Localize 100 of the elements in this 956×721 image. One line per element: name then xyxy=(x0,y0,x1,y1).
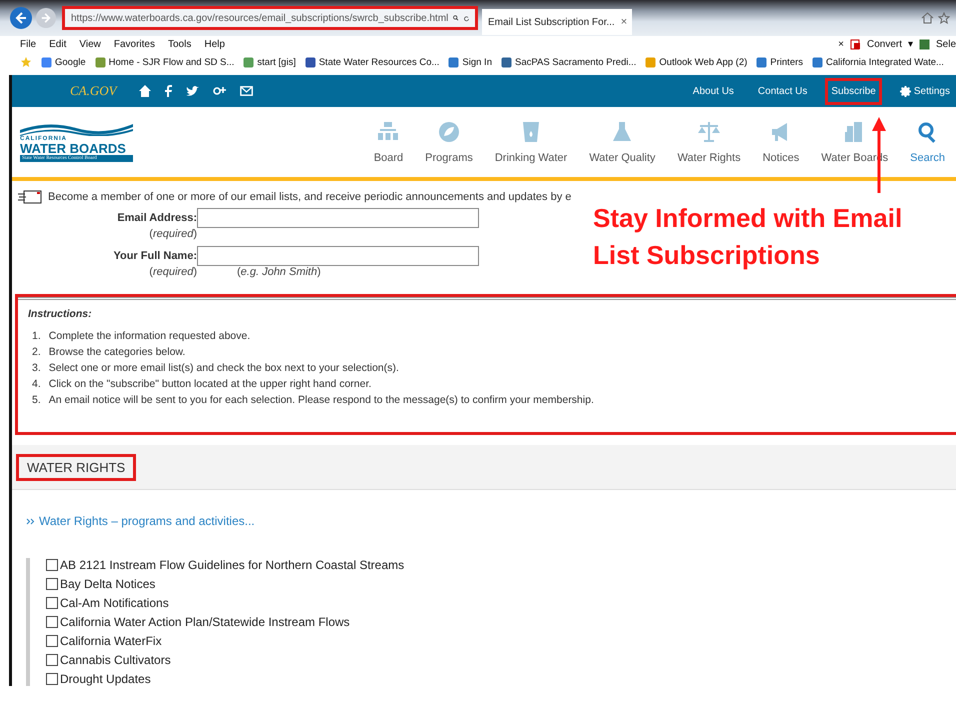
favicon-icon xyxy=(94,56,106,68)
checkbox[interactable] xyxy=(46,673,58,685)
favicon-icon xyxy=(304,56,316,68)
close-button[interactable]: × xyxy=(838,38,844,50)
scales-icon xyxy=(697,120,722,144)
star-icon[interactable] xyxy=(20,56,32,68)
required-note: (required) xyxy=(149,266,197,280)
instruction-step: Click on the "subscribe" button located at the upper right hand corner. xyxy=(48,378,372,390)
section-title: WATER RIGHTS xyxy=(16,454,136,480)
select-button[interactable]: Sele xyxy=(936,38,956,50)
instruction-step: An email notice will be sent to you for each selection. Please respond to the message(s) to confirm your membership. xyxy=(48,394,594,406)
input-field[interactable] xyxy=(197,208,479,228)
search-icon[interactable] xyxy=(453,13,459,23)
star-icon[interactable] xyxy=(938,12,950,24)
favorite-link[interactable]: Home - SJR Flow and SD S... xyxy=(94,56,234,68)
instruction-step: Complete the information requested above. xyxy=(48,330,250,342)
list-checkbox[interactable]: Cannabis Cultivators xyxy=(46,653,956,667)
address-bar[interactable]: https://www.waterboards.ca.gov/resources/email_subscriptions/swrcb_subscribe.html xyxy=(62,6,478,30)
chevrons-icon xyxy=(26,518,35,524)
favorite-link[interactable]: Outlook Web App (2) xyxy=(645,56,748,68)
checkbox[interactable] xyxy=(46,616,58,628)
favicon-icon xyxy=(448,56,460,68)
list-checkbox[interactable]: AB 2121 Instream Flow Guidelines for Northern Coastal Streams xyxy=(46,558,956,572)
forward-button[interactable] xyxy=(36,8,56,28)
checkbox[interactable] xyxy=(46,578,58,590)
field-label: Email Address: xyxy=(116,212,197,224)
mail-icon[interactable] xyxy=(240,86,253,96)
favorite-link[interactable]: Google xyxy=(41,56,86,68)
checkbox[interactable] xyxy=(46,597,58,609)
favicon-icon xyxy=(645,56,656,68)
refresh-icon[interactable] xyxy=(464,14,469,22)
leaf-icon xyxy=(437,120,462,144)
checkbox[interactable] xyxy=(46,559,58,571)
step-number: 4. xyxy=(32,378,41,390)
favorite-link[interactable]: start [gis] xyxy=(243,56,296,68)
menu-item[interactable]: File xyxy=(20,38,36,50)
nav-item[interactable]: Programs xyxy=(414,120,484,164)
plus-icon[interactable] xyxy=(212,85,226,97)
tab-title: Email List Subscription For... xyxy=(488,16,615,28)
list-checkbox[interactable]: California Water Action Plan/Statewide Instream Flows xyxy=(46,615,956,629)
nav-item[interactable]: Water Quality xyxy=(578,120,666,164)
convert-button[interactable]: Convert xyxy=(866,38,902,50)
back-button[interactable] xyxy=(10,7,32,29)
field-label: Your Full Name: xyxy=(112,250,197,262)
step-number: 5. xyxy=(32,394,41,406)
nav-item[interactable]: Search xyxy=(899,120,956,164)
browser-tab[interactable]: Email List Subscription For... × xyxy=(482,9,632,35)
home-icon[interactable] xyxy=(138,85,151,97)
intro-text: Become a member of one or more of our email lists, and receive periodic announcements and updates by e xyxy=(48,191,572,203)
favorite-link[interactable]: California Integrated Wate... xyxy=(812,56,944,68)
list-checkbox[interactable]: Bay Delta Notices xyxy=(46,577,956,591)
gear-icon xyxy=(900,86,911,96)
favorite-link[interactable]: State Water Resources Co... xyxy=(304,56,440,68)
envelope-icon xyxy=(18,190,42,204)
document-icon xyxy=(850,38,861,50)
favorite-link[interactable]: SacPAS Sacramento Predi... xyxy=(500,56,636,68)
header-link[interactable]: Contact Us xyxy=(752,78,814,104)
list-checkbox[interactable]: Drought Updates xyxy=(46,672,956,686)
programs-link[interactable]: Water Rights – programs and activities... xyxy=(39,514,255,528)
favicon-icon xyxy=(812,56,824,68)
nav-item[interactable]: Water Rights xyxy=(666,120,752,164)
favicon-icon xyxy=(243,56,254,68)
instruction-step: Browse the categories below. xyxy=(48,346,186,358)
facebook-icon[interactable] xyxy=(164,85,172,97)
instructions-title: Instructions: xyxy=(28,308,93,320)
header-link[interactable]: About Us xyxy=(686,78,740,104)
favicon-icon xyxy=(756,56,768,68)
favicon-icon xyxy=(41,56,52,68)
caret-icon[interactable]: ▾ xyxy=(908,38,913,50)
back-arrow-icon xyxy=(15,12,27,24)
section-header[interactable]: WATER RIGHTS xyxy=(12,445,956,490)
menu-item[interactable]: View xyxy=(79,38,101,50)
checkbox[interactable] xyxy=(46,635,58,647)
menu-item[interactable]: Help xyxy=(204,38,225,50)
list-checkbox[interactable]: California WaterFix xyxy=(46,634,956,648)
required-note: (required) xyxy=(149,228,197,242)
nav-item[interactable]: Board xyxy=(362,120,414,164)
instruction-step: Select one or more email list(s) and check the box next to your selection(s). xyxy=(48,362,399,374)
header-link[interactable]: Subscribe xyxy=(825,78,882,104)
menu-item[interactable]: Favorites xyxy=(114,38,155,50)
spreadsheet-icon xyxy=(918,38,930,50)
logo[interactable]: CA.GOV xyxy=(70,83,117,99)
menu-item[interactable]: Edit xyxy=(49,38,66,50)
favorite-link[interactable]: Sign In xyxy=(448,56,492,68)
list-checkbox[interactable]: Cal-Am Notifications xyxy=(46,596,956,610)
bird-icon[interactable] xyxy=(186,86,199,96)
header-link[interactable]: Settings xyxy=(894,78,956,104)
checkbox[interactable] xyxy=(46,654,58,666)
favicon-icon xyxy=(500,56,512,68)
close-tab-button[interactable]: × xyxy=(620,16,628,28)
home-icon[interactable] xyxy=(921,12,934,24)
step-number: 2. xyxy=(32,346,41,358)
favorite-link[interactable]: Printers xyxy=(756,56,804,68)
input-field[interactable] xyxy=(197,246,479,266)
nav-item[interactable]: Notices xyxy=(752,120,810,164)
forward-arrow-icon xyxy=(41,13,51,23)
step-number: 1. xyxy=(32,330,41,342)
menu-item[interactable]: Tools xyxy=(168,38,192,50)
step-number: 3. xyxy=(32,362,41,374)
nav-item[interactable]: Drinking Water xyxy=(484,120,578,164)
